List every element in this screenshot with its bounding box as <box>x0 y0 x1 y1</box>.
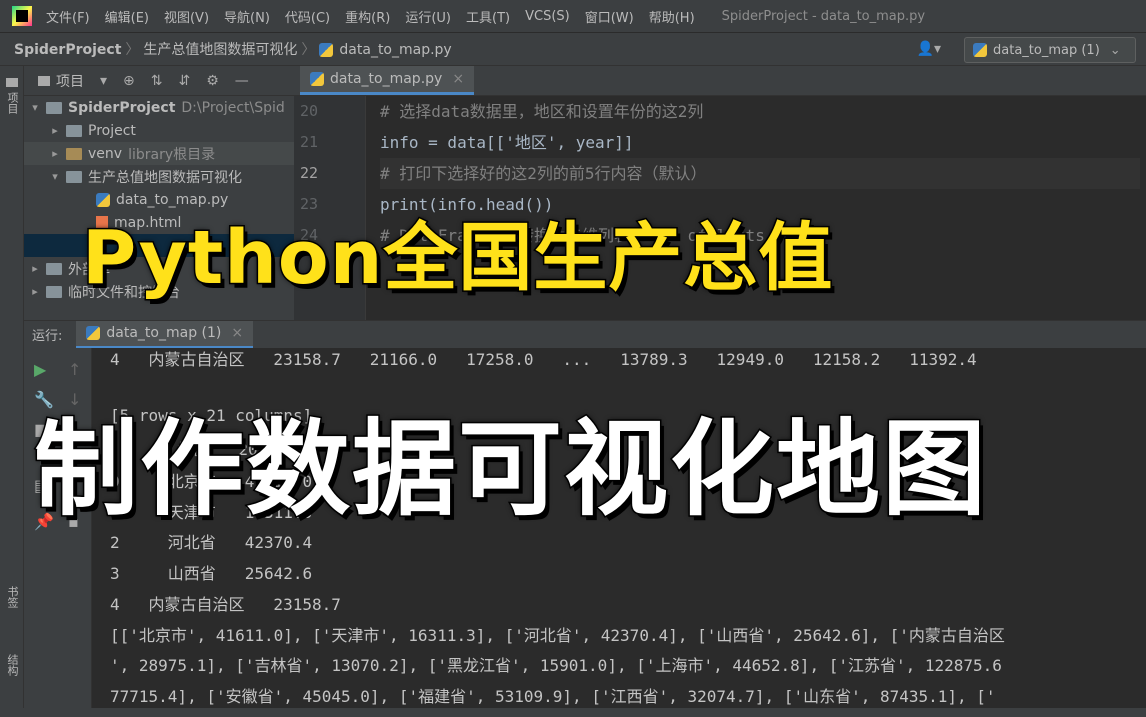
arrow-up-icon[interactable]: ↑ <box>68 360 81 379</box>
line-number: 20 <box>300 102 319 120</box>
menu-view[interactable]: 视图(V) <box>164 7 209 26</box>
line-number: 22 <box>300 164 319 182</box>
tree-item-label: 生产总值地图数据可视化 <box>88 169 242 186</box>
overlay-title-line1: Python全国生产总值 <box>80 214 834 303</box>
code-line-current[interactable]: # 打印下选择好的这2列的前5行内容（默认） <box>380 158 1140 189</box>
chevron-down-icon: ▾ <box>52 170 58 183</box>
folder-icon <box>66 147 82 160</box>
breadcrumb: SpiderProject 〉生产总值地图数据可视化〉 data_to_map.py <box>14 39 452 59</box>
breadcrumb-separator-icon: 〉 <box>301 42 316 58</box>
editor-tab-bar: data_to_map.py × <box>294 66 1146 96</box>
console-line: ', 28975.1], ['吉林省', 13070.2], ['黑龙江省', … <box>110 656 1002 675</box>
console-line: 3 山西省 25642.6 <box>110 564 313 583</box>
project-panel-header: 项目 ▾ ⊕ ⇅ ⇵ ⚙ — <box>24 66 294 96</box>
console-line: [['北京市', 41611.0], ['天津市', 16311.3], ['河… <box>110 626 1005 645</box>
folder-icon <box>66 170 82 183</box>
chevron-right-icon: ▸ <box>32 285 38 298</box>
folder-icon <box>66 124 82 137</box>
crosshair-icon[interactable]: ⊕ <box>123 73 135 89</box>
console-line: 77715.4], ['安徽省', 45045.0], ['福建省', 5310… <box>110 687 996 706</box>
chevron-down-icon: ▾ <box>32 101 38 114</box>
collapse-all-icon[interactable]: ⇵ <box>179 73 191 89</box>
folder-icon <box>46 101 62 114</box>
tree-root[interactable]: ▾ SpiderProject D:\Project\Spid <box>24 96 294 119</box>
left-tool-strip: 项目 书签 结构 <box>0 66 24 717</box>
folder-icon <box>6 78 18 87</box>
tree-item-folder[interactable]: ▾ 生产总值地图数据可视化 <box>24 165 294 188</box>
expand-all-icon[interactable]: ⇅ <box>151 73 163 89</box>
scratches-icon <box>46 285 62 298</box>
menu-code[interactable]: 代码(C) <box>285 7 330 26</box>
menu-navigate[interactable]: 导航(N) <box>224 7 270 26</box>
editor-tab-data-to-map[interactable]: data_to_map.py × <box>300 66 475 95</box>
code-line[interactable]: info = data[['地区', year]] <box>380 127 1140 158</box>
run-panel-label: 运行: <box>32 329 63 344</box>
window-title: SpiderProject - data_to_map.py <box>721 8 926 24</box>
tree-item-venv[interactable]: ▸ venv library根目录 <box>24 142 294 165</box>
navigation-bar: SpiderProject 〉生产总值地图数据可视化〉 data_to_map.py… <box>0 32 1146 66</box>
chevron-down-icon[interactable]: ▾ <box>100 73 107 89</box>
tool-tab-structure[interactable]: 结构 <box>4 654 20 676</box>
run-config-label: data_to_map (1) <box>993 42 1100 58</box>
menu-window[interactable]: 窗口(W) <box>585 7 634 26</box>
run-panel-header: 运行: data_to_map (1) × <box>24 320 1146 349</box>
chevron-down-icon: ⌄ <box>1109 42 1121 58</box>
project-panel-title[interactable]: 项目 <box>56 71 84 91</box>
user-account-icon[interactable]: 👤▾ <box>917 41 941 57</box>
breadcrumb-folder[interactable]: 生产总值地图数据可视化 <box>143 42 297 58</box>
menu-bar: 文件(F) 编辑(E) 视图(V) 导航(N) 代码(C) 重构(R) 运行(U… <box>0 0 1146 32</box>
menu-file[interactable]: 文件(F) <box>46 7 90 26</box>
menu-run[interactable]: 运行(U) <box>405 7 451 26</box>
python-file-icon <box>86 326 101 340</box>
menu-refactor[interactable]: 重构(R) <box>345 7 390 26</box>
pycharm-logo-icon <box>12 6 32 26</box>
rerun-icon[interactable]: ▶ <box>34 360 46 379</box>
python-file-icon <box>973 43 987 57</box>
editor-tab-label: data_to_map.py <box>330 70 443 87</box>
breadcrumb-separator-icon: 〉 <box>125 42 140 58</box>
breadcrumb-project[interactable]: SpiderProject <box>14 42 121 58</box>
code-line[interactable]: # 选择data数据里，地区和设置年份的这2列 <box>380 96 1140 127</box>
console-line: 4 内蒙古自治区 23158.7 <box>110 595 341 614</box>
tree-root-label: SpiderProject <box>68 99 176 116</box>
run-tab[interactable]: data_to_map (1) × <box>76 320 254 349</box>
tree-item-label: venv <box>88 145 123 162</box>
library-icon <box>46 262 62 275</box>
status-bar <box>0 708 1146 717</box>
python-file-icon <box>319 43 334 57</box>
gear-icon[interactable]: ⚙ <box>206 73 219 89</box>
run-config-select[interactable]: data_to_map (1) ⌄ <box>964 37 1136 63</box>
tree-item-note: library根目录 <box>128 146 216 163</box>
tree-item-project[interactable]: ▸ Project <box>24 119 294 142</box>
tree-item-label: Project <box>88 122 136 139</box>
close-icon[interactable]: × <box>452 71 464 87</box>
tool-tab-project[interactable]: 项目 <box>4 92 20 114</box>
close-icon[interactable]: × <box>231 325 243 341</box>
menu-tools[interactable]: 工具(T) <box>466 7 510 26</box>
minimize-icon[interactable]: — <box>235 73 249 89</box>
tool-tab-bookmarks[interactable]: 书签 <box>4 586 20 608</box>
chevron-right-icon: ▸ <box>52 124 58 137</box>
menu-vcs[interactable]: VCS(S) <box>525 9 570 24</box>
folder-icon <box>38 75 50 86</box>
tree-root-path: D:\Project\Spid <box>181 99 285 116</box>
chevron-right-icon: ▸ <box>52 147 58 160</box>
breadcrumb-file[interactable]: data_to_map.py <box>339 42 451 58</box>
chevron-right-icon: ▸ <box>32 262 38 275</box>
line-number: 21 <box>300 133 319 151</box>
menu-help[interactable]: 帮助(H) <box>649 7 695 26</box>
python-file-icon <box>310 71 324 86</box>
console-line: 4 内蒙古自治区 23158.7 21166.0 17258.0 ... 137… <box>110 350 977 369</box>
run-tab-label: data_to_map (1) <box>106 325 222 341</box>
menu-edit[interactable]: 编辑(E) <box>105 7 149 26</box>
overlay-title-line2: 制作数据可视化地图 <box>32 407 989 532</box>
